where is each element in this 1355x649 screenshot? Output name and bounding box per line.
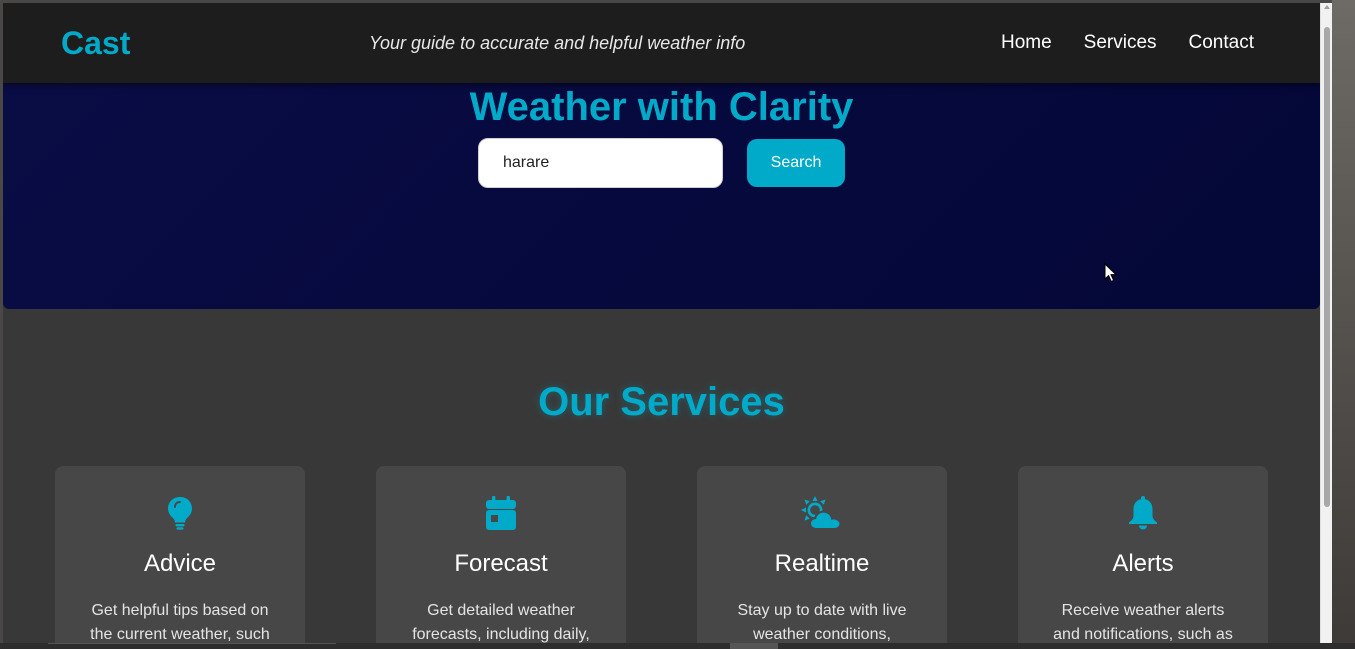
mouse-cursor-icon <box>1104 263 1118 283</box>
card-description: Get detailed weather forecasts, includin… <box>412 602 590 643</box>
card-description: Get helpful tips based on the current we… <box>90 602 270 643</box>
search-button[interactable]: Search <box>747 139 845 187</box>
service-card-forecast: Forecast Get detailed weather forecasts,… <box>376 466 626 643</box>
main-nav: Home Services Contact <box>1001 32 1254 54</box>
card-title: Alerts <box>1112 550 1174 577</box>
hero-section: Weather with Clarity Search <box>3 83 1320 309</box>
card-description: Receive weather alerts and notifications… <box>1053 602 1233 643</box>
nav-contact-link[interactable]: Contact <box>1189 32 1254 54</box>
page-scrollbar[interactable] <box>1320 3 1332 643</box>
card-title: Forecast <box>454 550 548 577</box>
bell-icon <box>1018 496 1268 532</box>
hero-title: Weather with Clarity <box>469 85 854 129</box>
taskbar-strip <box>0 643 1355 649</box>
scroll-up-arrow-icon[interactable] <box>1324 5 1330 9</box>
desktop-background <box>1332 0 1355 649</box>
taskbar-item[interactable] <box>48 643 336 649</box>
services-title: Our Services <box>538 380 785 424</box>
nav-home-link[interactable]: Home <box>1001 32 1052 54</box>
site-tagline: Your guide to accurate and helpful weath… <box>369 33 746 53</box>
scrollbar-thumb[interactable] <box>1324 27 1330 507</box>
sun-cloud-icon <box>697 496 947 532</box>
lightbulb-icon <box>55 496 305 532</box>
city-search-input[interactable] <box>478 138 723 188</box>
site-header: Cast Your guide to accurate and helpful … <box>3 3 1320 83</box>
service-card-alerts: Alerts Receive weather alerts and notifi… <box>1018 466 1268 643</box>
site-logo[interactable]: Cast <box>61 25 130 62</box>
taskbar-item[interactable] <box>730 643 778 649</box>
browser-viewport: Cast Your guide to accurate and helpful … <box>3 3 1320 643</box>
service-card-realtime: Realtime Stay up to date with live weath… <box>697 466 947 643</box>
nav-services-link[interactable]: Services <box>1084 32 1157 54</box>
card-title: Realtime <box>774 550 870 577</box>
card-description: Stay up to date with live weather condit… <box>737 602 907 643</box>
service-card-advice: Advice Get helpful tips based on the cur… <box>55 466 305 643</box>
card-title: Advice <box>143 550 217 577</box>
calendar-icon <box>376 496 626 532</box>
